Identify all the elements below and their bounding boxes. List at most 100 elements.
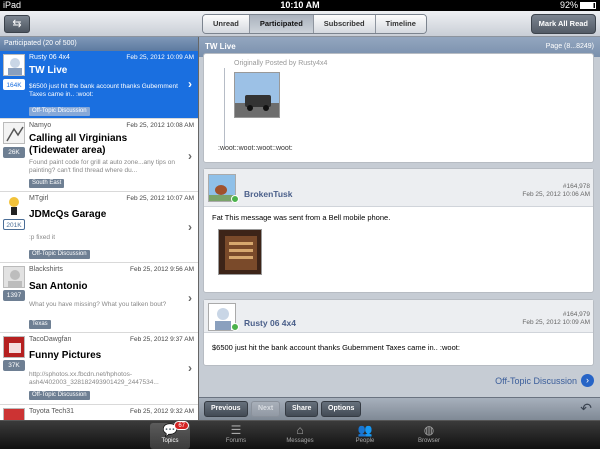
topic-list-sidebar: Participated (20 of 500) 164K Rusty 06 4…: [0, 37, 199, 420]
tab-unread[interactable]: Unread: [203, 15, 250, 33]
post-date: Feb 25, 2012 10:09 AM: [522, 319, 590, 326]
battery-indicator: 92%: [560, 0, 596, 10]
topic-title: San Antonio: [29, 281, 88, 292]
options-button[interactable]: Options: [321, 401, 362, 417]
topic-item-funny-pictures[interactable]: 37K TacoDawgfan Feb 25, 2012 9:37 AM Fun…: [0, 333, 198, 405]
post-meta: #164,978 Feb 25, 2012 10:06 AM: [522, 183, 590, 199]
forum-tag: Texas: [29, 320, 51, 329]
topic-author: MTgirl: [29, 195, 49, 202]
user-avatar-icon: [4, 337, 24, 357]
topic-preview: $6500 just hit the bank account thanks G…: [29, 83, 178, 98]
topic-preview: http://sphotos.xx.fbcdn.net/hphotos-ash4…: [29, 371, 159, 386]
post-body: Fat This message was sent from a Bell mo…: [212, 213, 391, 222]
post-number: #164,979: [562, 311, 590, 318]
topic-date: Feb 25, 2012 9:37 AM: [130, 336, 194, 343]
post-meta: #164,979 Feb 25, 2012 10:09 AM: [522, 311, 590, 327]
photo-icon: [219, 230, 261, 274]
topic-title: Calling all Virginians (Tidewater area): [29, 133, 128, 156]
topic-title: JDMcQs Garage: [29, 209, 107, 220]
post-image-thumbnail[interactable]: [218, 229, 262, 275]
topic-author: Namyo: [29, 122, 52, 129]
avatar: [3, 195, 25, 217]
list-icon: ☰: [230, 423, 242, 437]
reply-count-badge: 164K: [3, 79, 25, 90]
tab-people[interactable]: 👥 People: [345, 423, 385, 449]
thread-title: TW Live: [205, 42, 236, 51]
mark-all-read-button[interactable]: Mark All Read: [530, 14, 596, 34]
topic-title: TW Live: [29, 65, 68, 76]
previous-button[interactable]: Previous: [204, 401, 248, 417]
battery-percent: 92%: [559, 0, 578, 10]
post-date: Feb 25, 2012 10:06 AM: [522, 191, 590, 198]
user-avatar-icon: [9, 197, 19, 215]
menu-toggle-button[interactable]: ⇆: [4, 15, 30, 33]
avatar: [3, 54, 25, 76]
topic-title: Funny Pictures: [29, 350, 102, 361]
chevron-right-icon: ›: [188, 220, 192, 234]
tab-messages[interactable]: ⌂ Messages: [280, 423, 320, 449]
top-navigation-bar: ⇆ Unread Participated Subscribed Timelin…: [0, 11, 600, 37]
topic-item-san-antonio[interactable]: 1397 Blackshirts Feb 25, 2012 9:56 AM Sa…: [0, 263, 198, 333]
topic-date: Feb 25, 2012 10:09 AM: [126, 54, 194, 61]
tab-label: Messages: [286, 438, 314, 444]
topic-item-calling-all-virginians[interactable]: 26K Namyo Feb 25, 2012 10:08 AM Calling …: [0, 119, 198, 192]
tab-label: Browser: [417, 438, 440, 444]
tab-subscribed[interactable]: Subscribed: [313, 15, 376, 33]
quoted-image-thumbnail[interactable]: [234, 72, 280, 118]
tab-browser[interactable]: ◍ Browser: [409, 423, 449, 449]
post-brokentusk: BrokenTusk #164,978 Feb 25, 2012 10:06 A…: [203, 168, 594, 293]
post-header: Rusty 06 4x4 #164,979 Feb 25, 2012 10:09…: [204, 300, 593, 333]
avatar: [3, 266, 25, 288]
user-avatar-icon: [4, 123, 24, 143]
people-icon: 👥: [357, 423, 373, 437]
topic-item-tw-live[interactable]: 164K Rusty 06 4x4 Feb 25, 2012 10:09 AM …: [0, 51, 198, 119]
sidebar-toggle-icon: ⇆: [12, 18, 22, 30]
quote-border: [224, 68, 225, 146]
tab-label: People: [355, 438, 375, 444]
tab-participated[interactable]: Participated: [249, 15, 314, 33]
post-number: #164,978: [562, 183, 590, 190]
topic-date: Feb 25, 2012 10:08 AM: [126, 122, 194, 129]
post-header: BrokenTusk #164,978 Feb 25, 2012 10:06 A…: [204, 169, 593, 207]
user-avatar-icon: [4, 409, 24, 420]
inbox-icon: ⌂: [296, 423, 304, 437]
topic-list-header: Participated (20 of 500): [0, 37, 198, 51]
thread-toolbar: Previous Next Share Options ↶: [199, 397, 600, 420]
topic-preview: Found paint code for grill at auto zone.…: [29, 159, 175, 174]
post-author[interactable]: Rusty 06 4x4: [244, 318, 296, 328]
status-clock: 10:10 AM: [280, 0, 320, 10]
chevron-right-icon: ›: [188, 361, 192, 375]
topic-author: TacoDawgfan: [29, 336, 72, 343]
next-button[interactable]: Next: [251, 401, 281, 417]
post-quoted: Originally Posted by Rusty4x4 :woot::woo…: [203, 53, 594, 163]
topic-preview: :p fixed it: [29, 234, 56, 241]
tab-timeline[interactable]: Timeline: [375, 15, 426, 33]
photo-icon: [235, 73, 279, 117]
topic-date: Feb 25, 2012 9:56 AM: [130, 266, 194, 273]
online-indicator-icon: [231, 323, 239, 331]
topic-date: Feb 25, 2012 10:07 AM: [126, 195, 194, 202]
reply-arrow-icon[interactable]: ↶: [580, 400, 592, 417]
avatar: [3, 336, 25, 358]
forum-link-label: Off-Topic Discussion: [495, 375, 577, 386]
forum-link[interactable]: Off-Topic Discussion ›: [495, 374, 594, 387]
reply-count-badge: 201K: [3, 219, 25, 230]
share-button[interactable]: Share: [285, 401, 319, 417]
battery-icon: [580, 2, 596, 10]
chevron-right-icon: ›: [188, 149, 192, 163]
topic-item-jdmcqs-garage[interactable]: 201K MTgirl Feb 25, 2012 10:07 AM JDMcQs…: [0, 192, 198, 263]
topic-preview: What you have missing? What you talken b…: [29, 301, 167, 308]
bottom-tab-bar: 💬 Topics 67 ☰ Forums ⌂ Messages 👥 People…: [0, 420, 600, 449]
tab-topics[interactable]: 💬 Topics 67: [150, 421, 190, 449]
topic-item-partial[interactable]: Toyota Tech31 Feb 25, 2012 9:32 AM: [0, 405, 198, 420]
user-avatar-icon: [4, 267, 24, 287]
forum-tag: South East: [29, 179, 65, 188]
tab-label: Forums: [225, 438, 247, 444]
post-author[interactable]: BrokenTusk: [244, 189, 293, 199]
user-avatar-icon: [4, 55, 24, 75]
tab-forums[interactable]: ☰ Forums: [216, 423, 256, 449]
chevron-right-icon: ›: [188, 291, 192, 305]
tab-label: Topics: [161, 438, 179, 444]
topic-filter-segmented-control: Unread Participated Subscribed Timeline: [202, 14, 427, 34]
online-indicator-icon: [231, 195, 239, 203]
